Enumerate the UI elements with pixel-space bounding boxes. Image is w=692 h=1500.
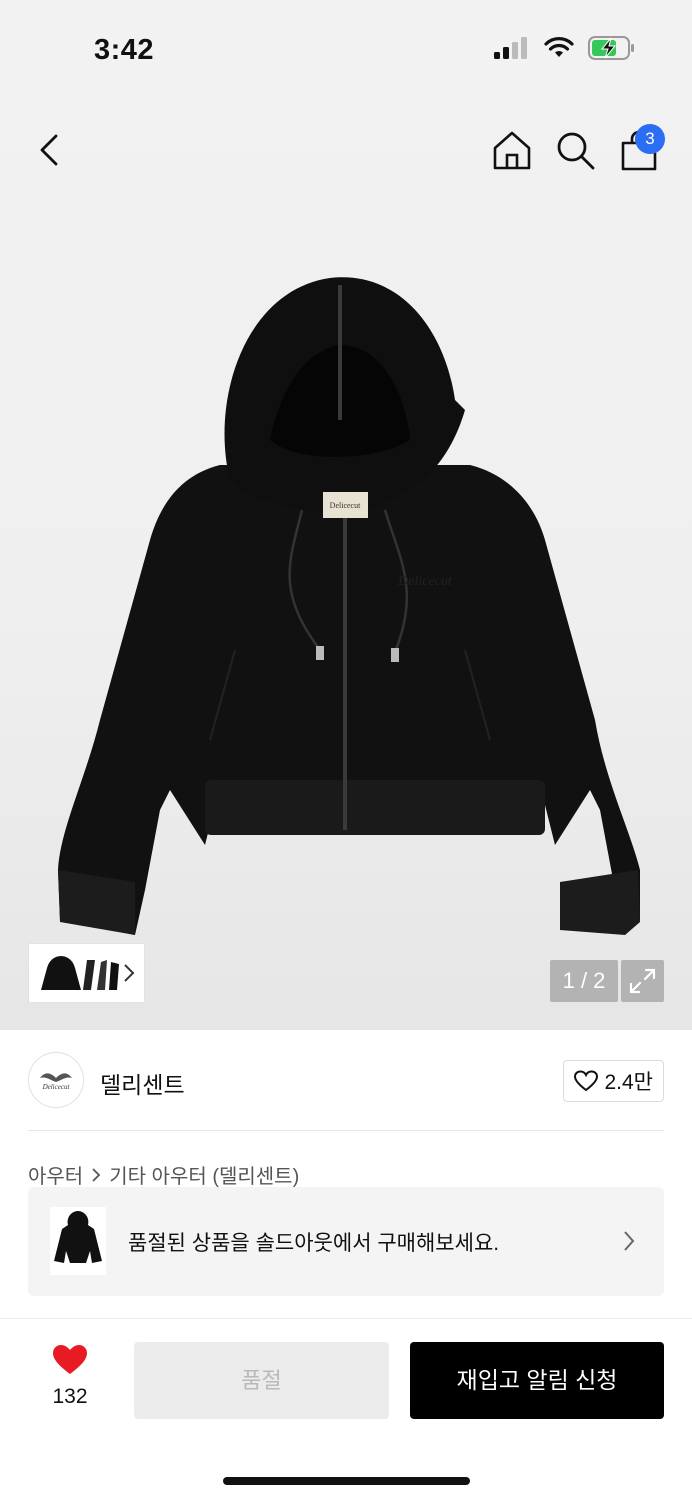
status-bar: 3:42 xyxy=(0,0,692,100)
cart-count-badge: 3 xyxy=(635,124,665,154)
brand-name[interactable]: 델리센트 xyxy=(100,1066,185,1100)
wifi-icon xyxy=(544,37,574,57)
breadcrumb-category[interactable]: 아우터 xyxy=(28,1160,83,1189)
top-nav xyxy=(0,118,692,182)
chevron-right-icon xyxy=(624,1231,635,1251)
product-image[interactable]: Delicecut Delicecut xyxy=(40,270,652,950)
home-indicator[interactable] xyxy=(223,1477,470,1485)
brand-like-count: 2.4만 xyxy=(604,1071,653,1094)
breadcrumb: 아우터 기타 아우터 (델리센트) xyxy=(28,1160,299,1189)
heart-filled-icon xyxy=(53,1345,87,1374)
product-gallery[interactable]: 3:42 3 Delicecut Delicecut 1 / 2 xyxy=(0,0,692,1030)
soldout-promo-card[interactable]: 품절된 상품을 솔드아웃에서 구매해보세요. xyxy=(28,1187,664,1296)
expand-icon xyxy=(629,968,656,994)
brand-row: Delicecut 델리센트 2.4만 xyxy=(28,1050,664,1110)
promo-text: 품절된 상품을 솔드아웃에서 구매해보세요. xyxy=(128,1232,500,1255)
brand-logo-mark: Delicecut xyxy=(40,1073,72,1091)
home-icon[interactable] xyxy=(490,128,534,172)
image-pager: 1 / 2 xyxy=(550,960,618,1002)
brand-like-button[interactable]: 2.4만 xyxy=(563,1060,664,1102)
breadcrumb-subcategory[interactable]: 기타 아우터 (델리센트) xyxy=(109,1160,299,1189)
promo-thumbnail xyxy=(50,1207,106,1275)
thumbnail-jacket-icon xyxy=(41,956,119,990)
status-time: 3:42 xyxy=(94,34,155,66)
restock-alert-button[interactable]: 재입고 알림 신청 xyxy=(410,1342,664,1419)
soldout-button: 품절 xyxy=(134,1342,389,1419)
wishlist-button[interactable]: 132 xyxy=(40,1344,100,1409)
divider xyxy=(28,1130,664,1131)
heart-outline-icon xyxy=(574,1070,599,1092)
back-arrow-icon[interactable] xyxy=(32,128,72,172)
garment-label-text: Delicecut xyxy=(330,501,361,510)
chevron-right-icon xyxy=(124,964,135,982)
svg-text:Delicecut: Delicecut xyxy=(42,1083,71,1091)
brand-logo[interactable]: Delicecut xyxy=(28,1052,84,1108)
thumbnail-strip[interactable] xyxy=(28,943,145,1003)
chest-logo-text: Delicecut xyxy=(397,574,453,589)
status-icons xyxy=(494,36,636,60)
expand-button[interactable] xyxy=(621,960,664,1002)
search-icon[interactable] xyxy=(553,128,597,172)
signal-icon xyxy=(494,37,527,59)
wishlist-count: 132 xyxy=(52,1385,88,1408)
bottom-bar-divider xyxy=(0,1318,692,1319)
jacket-thumbnail-icon xyxy=(54,1211,102,1263)
battery-charging-icon xyxy=(588,36,634,60)
chevron-right-icon xyxy=(92,1167,101,1182)
